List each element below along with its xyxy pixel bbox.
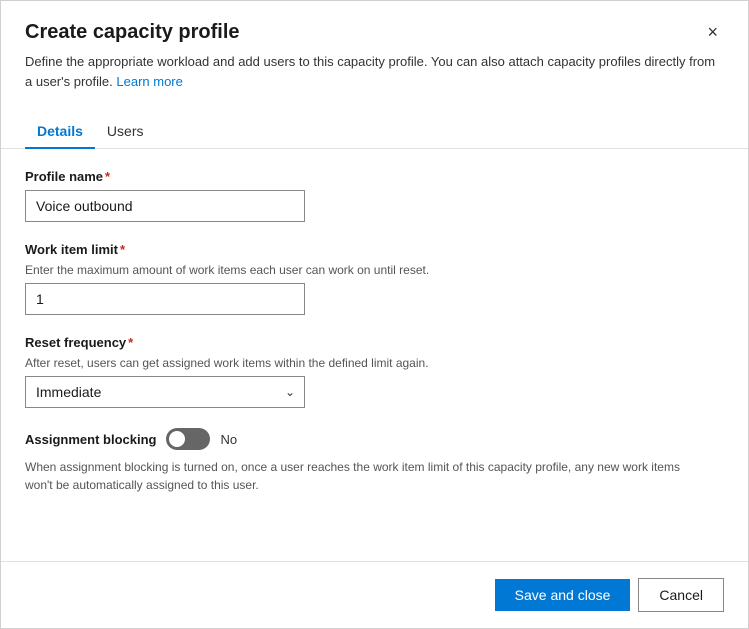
create-capacity-profile-modal: Create capacity profile × Define the app… [0, 0, 749, 629]
profile-name-group: Profile name* [25, 169, 724, 222]
reset-frequency-label: Reset frequency* [25, 335, 724, 350]
modal-description: Define the appropriate workload and add … [1, 44, 748, 91]
cancel-button[interactable]: Cancel [638, 578, 724, 612]
work-item-limit-required: * [120, 242, 125, 257]
reset-frequency-select-wrapper: Immediate Daily Weekly Monthly ⌄ [25, 376, 305, 408]
learn-more-link[interactable]: Learn more [116, 74, 182, 89]
work-item-limit-label: Work item limit* [25, 242, 724, 257]
work-item-limit-group: Work item limit* Enter the maximum amoun… [25, 242, 724, 315]
close-button[interactable]: × [701, 21, 724, 43]
modal-header: Create capacity profile × [1, 1, 748, 44]
assignment-blocking-group: Assignment blocking No When assignment b… [25, 428, 724, 494]
reset-frequency-select[interactable]: Immediate Daily Weekly Monthly [25, 376, 305, 408]
assignment-blocking-label: Assignment blocking [25, 432, 156, 447]
tab-users[interactable]: Users [95, 115, 156, 149]
reset-frequency-group: Reset frequency* After reset, users can … [25, 335, 724, 408]
modal-overlay: Create capacity profile × Define the app… [0, 0, 749, 629]
assignment-blocking-row: Assignment blocking No [25, 428, 724, 450]
modal-body: Profile name* Work item limit* Enter the… [1, 149, 748, 561]
assignment-blocking-toggle[interactable] [166, 428, 210, 450]
reset-frequency-required: * [128, 335, 133, 350]
assignment-blocking-status: No [220, 432, 237, 447]
profile-name-required: * [105, 169, 110, 184]
profile-name-input[interactable] [25, 190, 305, 222]
modal-title: Create capacity profile [25, 21, 240, 44]
tab-details[interactable]: Details [25, 115, 95, 149]
modal-footer: Save and close Cancel [1, 561, 748, 628]
profile-name-label: Profile name* [25, 169, 724, 184]
reset-frequency-hint: After reset, users can get assigned work… [25, 356, 724, 370]
save-and-close-button[interactable]: Save and close [495, 579, 631, 611]
tabs-container: Details Users [1, 99, 748, 149]
work-item-limit-input[interactable] [25, 283, 305, 315]
assignment-blocking-description: When assignment blocking is turned on, o… [25, 458, 705, 494]
work-item-limit-hint: Enter the maximum amount of work items e… [25, 263, 724, 277]
